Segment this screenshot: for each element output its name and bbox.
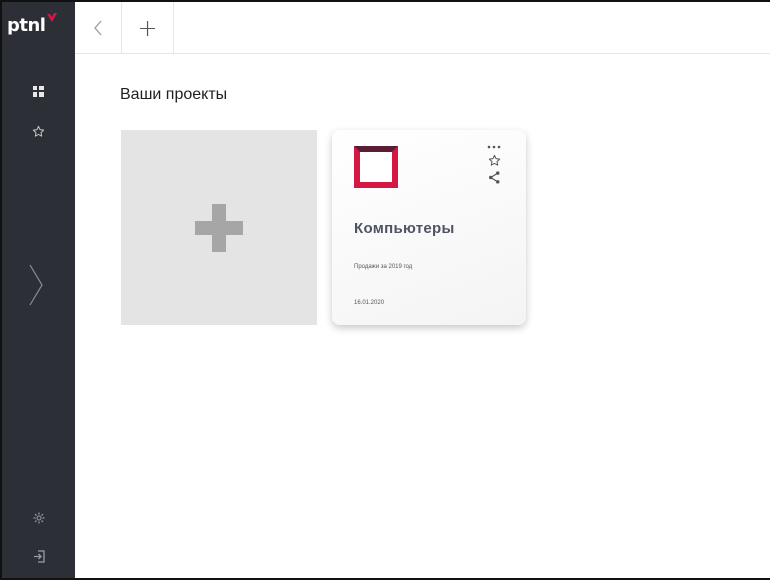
project-card-actions	[482, 144, 506, 188]
star-icon	[488, 154, 500, 166]
dashboard-grid-icon	[33, 86, 44, 97]
sidebar-item-favorites[interactable]	[2, 125, 75, 138]
plus-icon	[195, 203, 243, 252]
page-title: Ваши проекты	[120, 86, 228, 103]
gear-icon	[33, 512, 44, 524]
sidebar-item-settings[interactable]	[2, 512, 75, 524]
add-tab-button[interactable]: +	[122, 2, 174, 54]
back-button[interactable]	[75, 2, 122, 54]
project-date: 16.01.2020	[354, 300, 385, 306]
sidebar: ptnl	[2, 2, 75, 578]
chevron-left-icon	[94, 20, 102, 36]
project-menu-button[interactable]	[482, 144, 506, 150]
star-icon	[32, 125, 45, 137]
project-logo	[354, 146, 398, 188]
logout-icon	[33, 550, 45, 563]
project-description: Продажи за 2019 год	[354, 264, 413, 270]
sidebar-expand-button[interactable]	[28, 264, 44, 311]
sidebar-item-dashboard[interactable]	[2, 86, 75, 97]
logo-check-icon	[47, 13, 58, 22]
sidebar-item-logout[interactable]	[2, 550, 75, 563]
logo-text: ptnl	[7, 15, 46, 36]
add-tab-label: +	[137, 14, 158, 42]
top-bar: +	[75, 2, 770, 54]
app-logo[interactable]: ptnl	[7, 13, 58, 44]
more-dots-icon	[487, 145, 501, 149]
project-card[interactable]: Компьютеры Продажи за 2019 год 16.01.202…	[332, 130, 526, 325]
project-favorite-button[interactable]	[482, 154, 506, 167]
project-name: Компьютеры	[354, 220, 455, 237]
chevron-right-icon	[29, 264, 43, 306]
new-project-tile[interactable]	[121, 130, 317, 325]
project-share-button[interactable]	[482, 171, 506, 184]
share-icon	[488, 171, 499, 184]
